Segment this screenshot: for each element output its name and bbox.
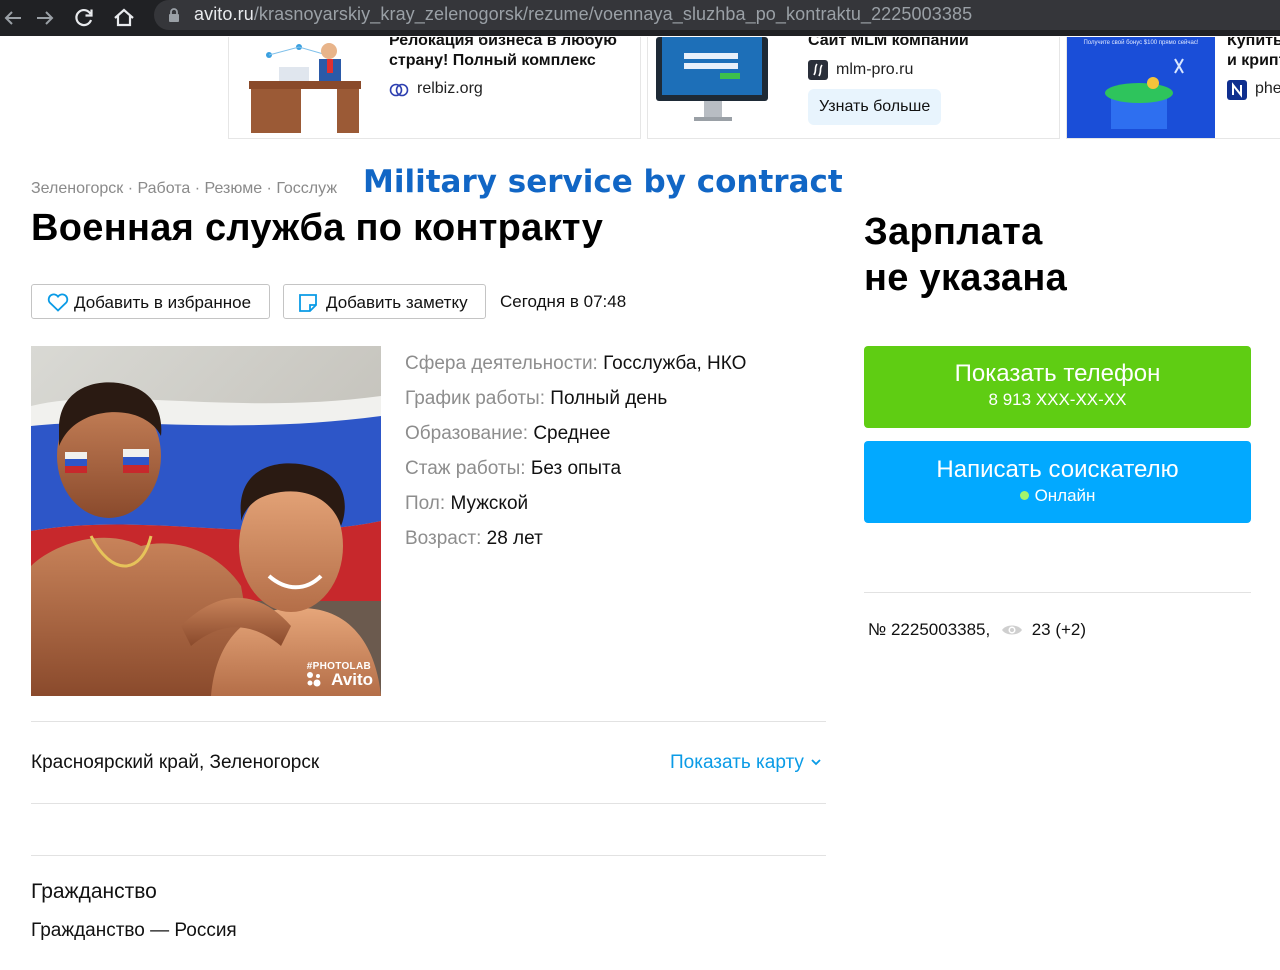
ad-domain[interactable]: mlm-pro.ru [808,61,913,79]
learn-more-button[interactable]: Узнать больше [808,89,942,125]
breadcrumb: Зеленогорск · Работа · Резюме · Госслуж [31,180,338,197]
add-to-favorites-button[interactable]: Добавить в избранное [31,284,270,319]
show-phone-label: Показать телефон [954,360,1161,387]
salary: Зарплата не указана [864,209,1067,301]
phone-number: 8 913 XXX-XX-XX [988,390,1127,409]
home-icon[interactable] [111,5,137,31]
salary-line1: Зарплата [864,211,1043,253]
param-key: Стаж работы: [405,458,526,479]
param-gender: Пол: Мужской [405,486,746,521]
ad-card-phe[interactable]: Получите свой бонус $100 прямо сейчас! К… [1066,37,1280,139]
resume-photo[interactable]: #PHOTOLAB Avito [31,346,381,696]
breadcrumb-resume[interactable]: Резюме [205,180,263,197]
favorite-label: Добавить в избранное [74,293,252,312]
show-phone-button[interactable]: Показать телефон 8 913 XXX-XX-XX [864,346,1251,428]
write-label: Написать соискателю [936,456,1179,483]
relbiz-logo-icon [389,83,409,97]
param-key: Сфера деятельности: [405,353,598,374]
online-label: Онлайн [1034,486,1096,505]
param-value: Госслужба, НКО [603,353,747,374]
resume-params: Сфера деятельности: Госслужба, НКО Графи… [405,346,746,556]
divider [864,592,1251,593]
param-age: Возраст: 28 лет [405,521,746,556]
online-dot-icon [1019,491,1029,500]
param-key: Образование: [405,423,529,444]
eye-icon [1001,625,1022,635]
param-value: Полный день [550,388,668,409]
ad-title[interactable]: Релокация бизнеса в любую страну! Полный… [389,37,634,71]
breadcrumb-govservice[interactable]: Госслуж [276,180,337,197]
phe-logo-icon [1227,80,1247,100]
param-sphere: Сфера деятельности: Госслужба, НКО [405,346,746,381]
citizenship-heading: Гражданство [31,880,157,903]
divider [31,721,826,722]
param-education: Образование: Среднее [405,416,746,451]
views-count: 23 (+2) [1031,620,1087,639]
forward-icon[interactable] [31,5,57,31]
breadcrumb-work[interactable]: Работа [138,180,191,197]
ad-title[interactable]: Купить и крипт [1227,37,1280,71]
param-value: Среднее [533,423,611,444]
param-key: Пол: [405,493,446,514]
browser-toolbar: avito.ru/krasnoyarskiy_kray_zelenogorsk/… [0,0,1280,36]
divider [31,855,826,856]
note-label: Добавить заметку [326,293,468,312]
listing-meta: № 2225003385, 23 (+2) [868,620,1086,640]
show-map-link[interactable]: Показать карту [670,752,821,774]
citizenship-text: Гражданство — Россия [31,920,237,941]
ad-image-gift [1067,37,1215,138]
ad-image-monitor [656,37,768,121]
chevron-down-icon [811,759,821,766]
url-text[interactable]: avito.ru/krasnoyarskiy_kray_zelenogorsk/… [194,4,972,25]
ad-domain[interactable]: phe [1255,80,1280,98]
param-key: Возраст: [405,528,482,549]
location-address: Красноярский край, Зеленогорск [31,752,320,773]
back-icon[interactable] [1,5,27,31]
note-icon [299,294,317,312]
param-value: Без опыта [530,458,622,479]
banner-text: Получите свой бонус $100 прямо сейчас! [1083,40,1199,46]
page-title: Военная служба по контракту [31,207,604,249]
add-note-button[interactable]: Добавить заметку [283,284,486,319]
online-status: Онлайн [864,486,1251,506]
url-path: /krasnoyarskiy_kray_zelenogorsk/rezume/v… [253,4,973,24]
ad-image-office [249,43,361,133]
ad-title[interactable]: Сайт MLM компании [808,37,1053,51]
param-key: График работы: [405,388,545,409]
show-map-label: Показать карту [670,752,804,773]
heart-icon [47,293,69,312]
divider [31,803,826,804]
publish-date: Сегодня в 07:48 [500,292,627,311]
ad-card-relbiz[interactable]: Релокация бизнеса в любую страну! Полный… [228,37,641,139]
reload-icon[interactable] [71,5,97,31]
photo-watermark-bottom: Avito [331,670,373,689]
url-host: avito.ru [194,4,254,24]
write-to-applicant-button[interactable]: Написать соискателю Онлайн [864,441,1251,523]
param-value: 28 лет [486,528,543,549]
ad-card-mlm[interactable]: Сайт MLM компании mlm-pro.ru Узнать боль… [647,37,1060,139]
overlay-caption: Military service by contract [363,164,843,200]
ad-domain[interactable]: relbiz.org [417,80,483,98]
param-experience: Стаж работы: Без опыта [405,451,746,486]
param-schedule: График работы: Полный день [405,381,746,416]
avito-logo-icon [307,672,321,687]
param-value: Мужской [450,493,529,514]
photo-illustration [31,346,381,696]
listing-number: № 2225003385, [868,620,991,639]
salary-line2: не указана [864,257,1068,299]
breadcrumb-city[interactable]: Зеленогорск [31,180,123,197]
lock-icon[interactable] [168,7,180,23]
